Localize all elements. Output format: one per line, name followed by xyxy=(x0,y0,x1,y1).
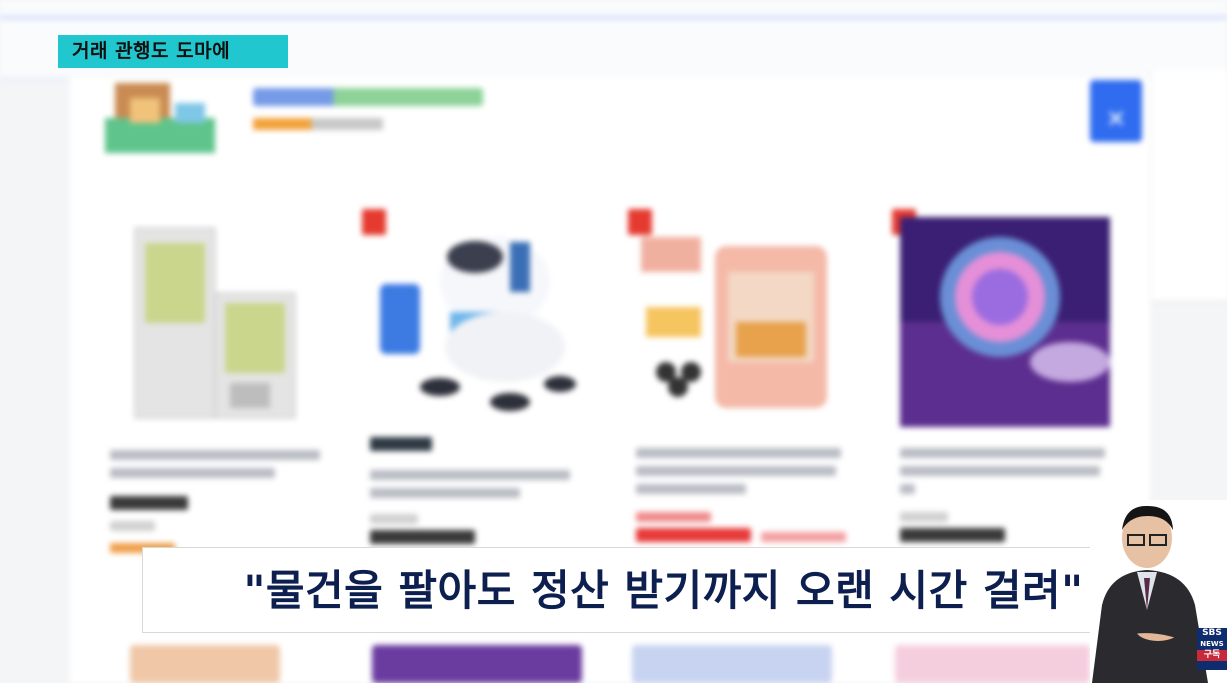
product-card xyxy=(110,218,340,553)
product-card xyxy=(362,209,600,548)
featured-product-thumbnail xyxy=(105,83,215,153)
news-subtitle-caption: "물건을 팔아도 정산 받기까지 오랜 시간 걸려" xyxy=(142,547,1185,633)
side-panel xyxy=(1150,70,1227,301)
product-card xyxy=(628,209,866,548)
sbs-news-logo: SBS NEWS 구독 xyxy=(1197,628,1227,670)
product-image xyxy=(632,645,832,683)
product-image xyxy=(380,237,576,411)
product-image xyxy=(130,645,280,683)
product-image xyxy=(641,237,827,408)
product-image xyxy=(900,217,1110,427)
product-image xyxy=(134,227,296,419)
product-image xyxy=(895,645,1090,683)
product-image xyxy=(372,645,582,683)
product-card xyxy=(892,209,1130,548)
featured-product-rating xyxy=(253,118,383,130)
close-icon: ✕ xyxy=(1090,80,1142,142)
news-topic-tag: 거래 관행도 도마에 xyxy=(58,35,288,68)
featured-product-title xyxy=(253,88,483,106)
